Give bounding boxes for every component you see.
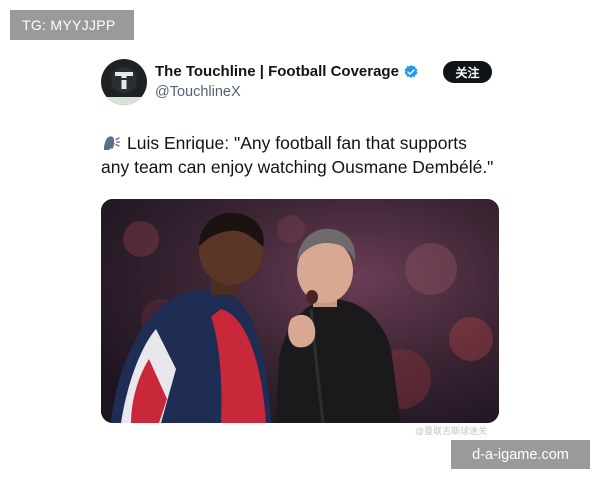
tg-watermark-badge: TG: MYYJJPP [10,10,134,40]
tg-watermark-text: TG: MYYJJPP [22,17,116,33]
tweet-photo-illustration [101,199,499,423]
display-name[interactable]: The Touchline | Football Coverage [155,63,399,80]
avatar[interactable] [101,59,147,105]
site-watermark-text: d-a-igame.com [472,446,569,463]
touchline-logo-icon [111,67,137,93]
user-handle[interactable]: @TouchlineX [155,84,241,100]
tweet-text-line-1-content: Luis Enrique: "Any football fan that sup… [127,133,467,153]
display-name-row: The Touchline | Football Coverage [155,63,419,80]
verified-badge-icon [404,64,418,78]
tweet-text-line-1: Luis Enrique: "Any football fan that sup… [101,131,521,155]
tweet-text-line-2: any team can enjoy watching Ousmane Demb… [101,157,494,177]
photo-watermark: @曼联吉斯球迷关 [415,426,488,436]
tweet-photo[interactable] [101,199,499,423]
follow-button[interactable]: 关注 [443,61,492,83]
speaking-head-icon [104,136,121,150]
site-watermark-badge: d-a-igame.com [451,440,590,469]
tweet-text: Luis Enrique: "Any football fan that sup… [101,131,521,179]
